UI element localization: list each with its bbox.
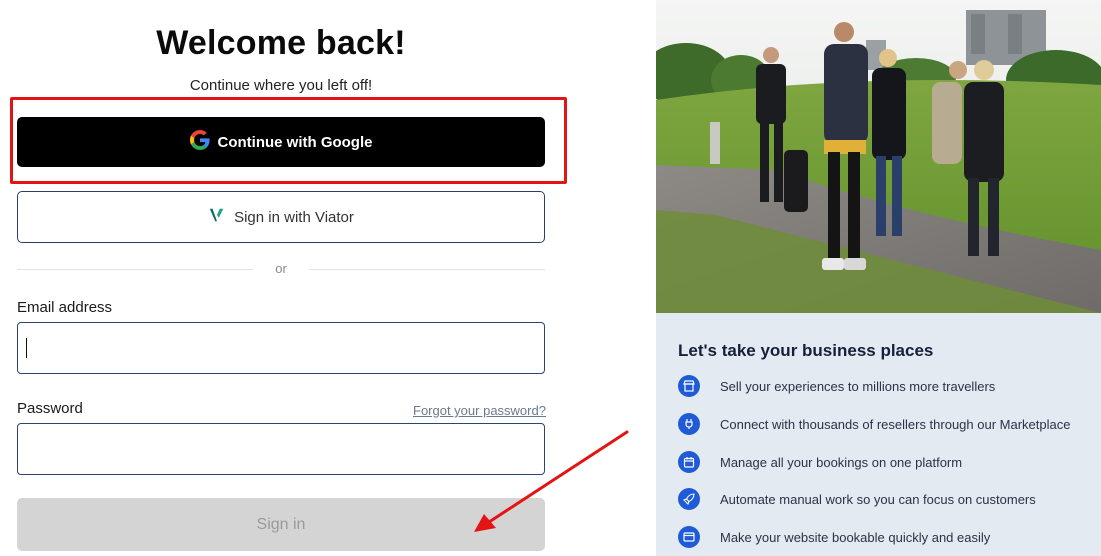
email-label: Email address — [17, 299, 113, 316]
continue-with-google-button[interactable]: Continue with Google — [17, 117, 545, 167]
group-walking-photo — [656, 0, 1101, 313]
feature-item: Connect with thousands of resellers thro… — [678, 412, 1070, 436]
feature-text: Connect with thousands of resellers thro… — [720, 416, 1071, 432]
forgot-password-link[interactable]: Forgot your password? — [413, 403, 546, 418]
viator-icon — [208, 206, 226, 228]
viator-button-label: Sign in with Viator — [234, 208, 354, 226]
feature-text: Manage all your bookings on one platform — [720, 454, 963, 470]
password-label: Password — [17, 400, 83, 417]
feature-text: Automate manual work so you can focus on… — [720, 491, 1036, 507]
plug-icon — [678, 413, 700, 435]
page-title: Welcome back! — [156, 24, 406, 62]
feature-text: Sell your experiences to millions more t… — [720, 378, 996, 394]
feature-item: Make your website bookable quickly and e… — [678, 525, 990, 549]
divider-line-right — [309, 269, 545, 270]
calendar-icon — [678, 451, 700, 473]
google-button-label: Continue with Google — [217, 133, 373, 151]
feature-item: Manage all your bookings on one platform — [678, 450, 962, 474]
rocket-icon — [678, 488, 700, 510]
sign-in-with-viator-button[interactable]: Sign in with Viator — [17, 191, 545, 243]
password-field[interactable] — [17, 423, 545, 475]
page-subtitle: Continue where you left off! — [189, 77, 373, 94]
marketing-heading: Let's take your business places — [678, 341, 934, 360]
google-icon — [189, 130, 210, 154]
browser-window-icon — [678, 526, 700, 548]
feature-item: Sell your experiences to millions more t… — [678, 374, 995, 398]
sign-in-button[interactable]: Sign in — [17, 498, 545, 551]
marketing-panel: Let's take your business places Sell you… — [656, 0, 1101, 556]
login-panel: Welcome back! Continue where you left of… — [0, 0, 656, 556]
email-field[interactable] — [17, 322, 545, 374]
storefront-icon — [678, 375, 700, 397]
divider-line-left — [17, 269, 253, 270]
divider-or: or — [275, 261, 287, 276]
text-caret — [26, 338, 27, 358]
feature-item: Automate manual work so you can focus on… — [678, 487, 1036, 511]
feature-text: Make your website bookable quickly and e… — [720, 529, 991, 545]
